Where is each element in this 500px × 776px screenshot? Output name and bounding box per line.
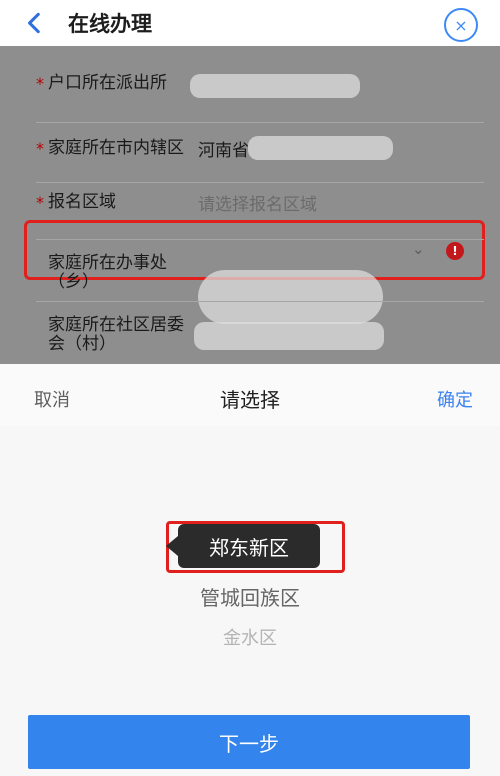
selected-option-tooltip[interactable]: 郑东新区 [166, 524, 320, 568]
confirm-button[interactable]: 确定 [437, 386, 473, 412]
close-circle-icon[interactable]: ⨯ [444, 8, 478, 42]
next-button[interactable]: 下一步 [28, 715, 470, 769]
label-subdistrict: 家庭所在办事处（乡） [48, 253, 167, 292]
picker-option[interactable]: 管城回族区 [0, 582, 500, 611]
required-asterisk: * [36, 192, 44, 212]
redacted-value [194, 322, 384, 350]
placeholder-enrollment-area: 请选择报名区域 [198, 194, 317, 215]
row-divider [36, 239, 484, 240]
row-divider [36, 301, 484, 302]
redacted-value [248, 136, 393, 160]
top-bar: 在线办理 ⨯ [0, 0, 500, 46]
registration-form: * 户口所在派出所 * 家庭所在市内辖区 河南省 * 报名区域 请选择报名区域 … [0, 46, 500, 364]
label-district: 家庭所在市内辖区 [48, 137, 184, 158]
required-asterisk: * [36, 264, 48, 283]
chevron-left-icon[interactable] [22, 10, 48, 36]
value-district: 河南省 [198, 140, 249, 161]
label-enrollment-area: 报名区域 [48, 191, 116, 212]
picker-option[interactable]: 金水区 [0, 624, 500, 650]
picker-toolbar: 取消 请选择 确定 [0, 364, 500, 426]
required-asterisk: * [36, 73, 44, 93]
cancel-button[interactable]: 取消 [34, 386, 70, 412]
required-asterisk: * [36, 326, 48, 345]
label-police-station: 户口所在派出所 [48, 72, 167, 93]
redacted-value [190, 74, 360, 98]
required-asterisk: * [36, 138, 44, 158]
page-title: 在线办理 [68, 12, 152, 36]
label-community: 家庭所在社区居委会（村） [48, 315, 184, 354]
picker-title: 请选择 [220, 388, 280, 412]
